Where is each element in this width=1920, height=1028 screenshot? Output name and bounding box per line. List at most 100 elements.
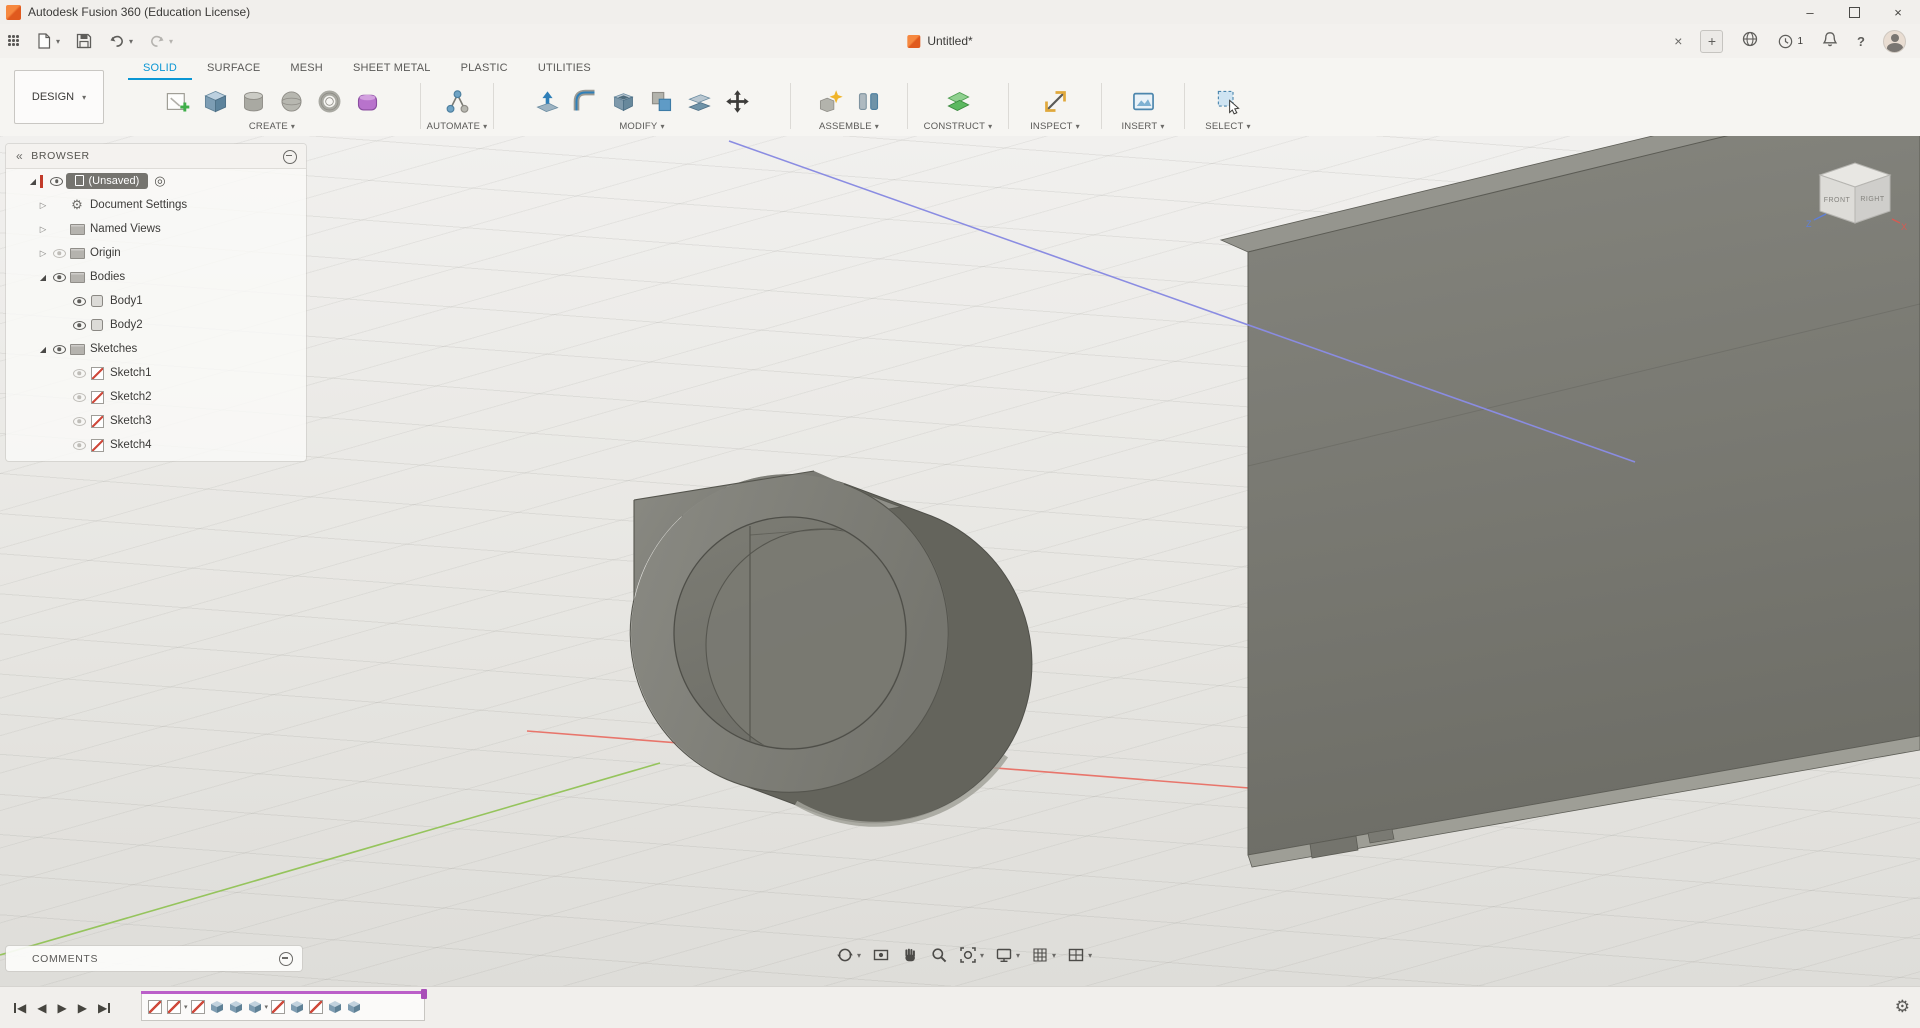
visibility-eye-icon[interactable]: [70, 437, 88, 453]
expand-toggle[interactable]: [36, 247, 50, 259]
sphere-primitive-button[interactable]: [274, 84, 308, 118]
browser-item-document-settings[interactable]: Document Settings: [6, 193, 306, 217]
tab-mesh[interactable]: MESH: [275, 58, 338, 80]
help-button[interactable]: ?: [1857, 34, 1865, 49]
file-menu-button[interactable]: ▾: [35, 32, 60, 50]
expand-toggle[interactable]: [26, 175, 40, 187]
timeline-extrude-feature[interactable]: [289, 999, 305, 1015]
notifications-bell-button[interactable]: [1821, 30, 1839, 53]
fillet-button[interactable]: [568, 84, 602, 118]
close-button[interactable]: ×: [1876, 0, 1920, 24]
browser-header[interactable]: « BROWSER: [6, 144, 306, 169]
visibility-eye-icon[interactable]: [70, 389, 88, 405]
new-tab-button[interactable]: +: [1700, 29, 1724, 53]
visibility-eye-icon[interactable]: [50, 341, 68, 357]
viewports-button[interactable]: ▾: [1067, 946, 1092, 964]
automate-button[interactable]: [440, 84, 474, 118]
save-button[interactable]: [75, 32, 93, 50]
viewcube-right-face[interactable]: RIGHT: [1860, 196, 1885, 203]
collapse-panel-icon[interactable]: «: [16, 149, 23, 163]
fit-button[interactable]: ▾: [959, 946, 984, 964]
visibility-eye-icon[interactable]: [70, 317, 88, 333]
grid-settings-button[interactable]: ▾: [1031, 946, 1056, 964]
skip-to-end-button[interactable]: ▶: [98, 1001, 111, 1015]
model-canvas[interactable]: FRONT RIGHT Z X « BROWSER (Unsav: [0, 136, 1920, 986]
look-at-button[interactable]: [872, 946, 890, 964]
app-grid-menu-button[interactable]: [8, 35, 20, 47]
job-status-button[interactable]: [1741, 30, 1759, 53]
minimize-panel-button[interactable]: [283, 149, 297, 164]
assemble-menu[interactable]: ASSEMBLE ▾: [819, 121, 879, 132]
browser-item-bodies[interactable]: Bodies: [6, 265, 306, 289]
browser-item-body2[interactable]: Body2: [6, 313, 306, 337]
timeline-extrude-feature[interactable]: [247, 999, 263, 1015]
notification-center-button[interactable]: 1: [1777, 33, 1803, 50]
browser-item-sketches[interactable]: Sketches: [6, 337, 306, 361]
step-forward-button[interactable]: ▶: [78, 1001, 87, 1015]
press-pull-button[interactable]: [530, 84, 564, 118]
document-tab[interactable]: Untitled*: [907, 24, 973, 58]
comments-panel[interactable]: COMMENTS: [6, 946, 302, 971]
visibility-eye-icon[interactable]: [50, 245, 68, 261]
tab-surface[interactable]: SURFACE: [192, 58, 275, 80]
viewcube-front-face[interactable]: FRONT: [1824, 197, 1851, 204]
timeline-sketch-feature[interactable]: [166, 999, 182, 1015]
activate-component-radio[interactable]: ◎: [154, 173, 165, 189]
maximize-button[interactable]: [1832, 0, 1876, 24]
visibility-eye-icon[interactable]: [70, 413, 88, 429]
select-menu[interactable]: SELECT ▾: [1205, 121, 1250, 132]
expand-toggle[interactable]: [36, 199, 50, 211]
feature-dropdown-caret[interactable]: ▾: [184, 1003, 188, 1011]
insert-button[interactable]: [1126, 84, 1160, 118]
timeline-sketch-feature[interactable]: [190, 999, 206, 1015]
tab-utilities[interactable]: UTILITIES: [523, 58, 606, 80]
visibility-eye-icon[interactable]: [70, 293, 88, 309]
browser-item-sketch3[interactable]: Sketch3: [6, 409, 306, 433]
orbit-button[interactable]: ▾: [836, 946, 861, 964]
zoom-button[interactable]: [930, 946, 948, 964]
feature-dropdown-caret[interactable]: ▾: [265, 1003, 269, 1011]
construct-menu[interactable]: CONSTRUCT ▾: [924, 121, 993, 132]
timeline-feature-strip[interactable]: ▾ ▾: [141, 989, 427, 1021]
display-settings-button[interactable]: ▾: [995, 946, 1020, 964]
construction-plane-button[interactable]: [941, 84, 975, 118]
minimize-panel-button[interactable]: [279, 952, 293, 966]
joint-button[interactable]: [851, 84, 885, 118]
select-button[interactable]: [1211, 84, 1245, 118]
minimize-button[interactable]: –: [1788, 0, 1832, 24]
new-component-button[interactable]: [813, 84, 847, 118]
timeline-settings-gear-icon[interactable]: ⚙: [1895, 998, 1910, 1015]
pan-button[interactable]: [901, 946, 919, 964]
close-tab-button[interactable]: ×: [1674, 33, 1682, 49]
offset-face-button[interactable]: [682, 84, 716, 118]
body2-geometry[interactable]: [1219, 136, 1920, 868]
browser-item-sketch4[interactable]: Sketch4: [6, 433, 306, 457]
visibility-eye-icon[interactable]: [70, 365, 88, 381]
shell-button[interactable]: [606, 84, 640, 118]
expand-toggle[interactable]: [36, 271, 50, 283]
browser-item-body1[interactable]: Body1: [6, 289, 306, 313]
insert-menu[interactable]: INSERT ▾: [1121, 121, 1164, 132]
visibility-eye-icon[interactable]: [48, 173, 66, 189]
step-back-button[interactable]: ◀: [37, 1001, 46, 1015]
create-sketch-button[interactable]: [160, 84, 194, 118]
inspect-menu[interactable]: INSPECT ▾: [1030, 121, 1080, 132]
user-avatar[interactable]: [1883, 29, 1906, 53]
tab-plastic[interactable]: PLASTIC: [446, 58, 523, 80]
box-primitive-button[interactable]: [198, 84, 232, 118]
timeline-sketch-feature[interactable]: [308, 999, 324, 1015]
expand-toggle[interactable]: [36, 223, 50, 235]
timeline-position-marker[interactable]: [421, 989, 427, 999]
move-copy-button[interactable]: [720, 84, 754, 118]
tab-sheet-metal[interactable]: SHEET METAL: [338, 58, 446, 80]
timeline-extrude-feature[interactable]: [209, 999, 225, 1015]
workspace-selector[interactable]: DESIGN ▾: [14, 70, 104, 124]
torus-primitive-button[interactable]: [312, 84, 346, 118]
modify-menu[interactable]: MODIFY ▾: [619, 121, 664, 132]
timeline-extrude-feature[interactable]: [346, 999, 362, 1015]
browser-item-root-document[interactable]: (Unsaved) ◎: [6, 169, 306, 193]
skip-to-start-button[interactable]: ◀: [14, 1001, 26, 1015]
browser-item-named-views[interactable]: Named Views: [6, 217, 306, 241]
timeline-sketch-feature[interactable]: [147, 999, 163, 1015]
automate-menu[interactable]: AUTOMATE ▾: [427, 121, 488, 132]
